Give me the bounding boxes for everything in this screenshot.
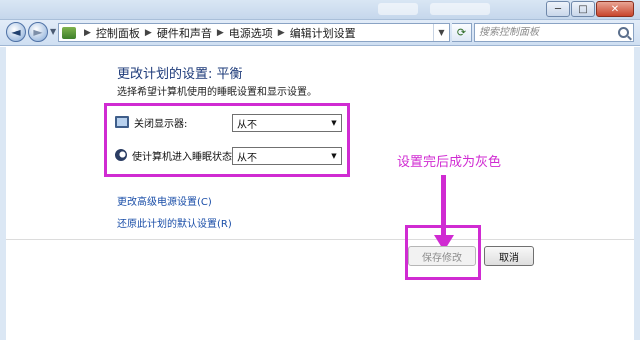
address-dropdown-icon[interactable]: ▼ [433, 24, 449, 41]
address-bar[interactable]: ▶ 控制面板 ▶ 硬件和声音 ▶ 电源选项 ▶ 编辑计划设置 ▼ [58, 23, 450, 42]
breadcrumb-arrow-icon[interactable]: ▶ [84, 28, 91, 38]
search-input[interactable] [479, 25, 609, 40]
minimize-button[interactable]: ─ [546, 1, 570, 17]
moon-icon [115, 149, 127, 161]
display-off-value: 从不 [237, 119, 257, 131]
setting-row-sleep: 使计算机进入睡眠状态: [115, 145, 235, 165]
recent-pages-chevron-icon[interactable]: ▼ [50, 27, 56, 36]
breadcrumb-edit-plan[interactable]: 编辑计划设置 [290, 25, 356, 41]
breadcrumb-power-options[interactable]: 电源选项 [229, 25, 273, 41]
breadcrumb-arrow-icon[interactable]: ▶ [217, 28, 224, 38]
chevron-down-icon[interactable]: ▼ [327, 115, 341, 131]
restore-defaults-link[interactable]: 还原此计划的默认设置(R) [117, 215, 232, 230]
display-off-label: 关闭显示器: [134, 118, 188, 130]
sleep-label: 使计算机进入睡眠状态: [132, 151, 236, 163]
breadcrumb-arrow-icon[interactable]: ▶ [145, 28, 152, 38]
title-bar: ─ □ ✕ [0, 0, 640, 20]
search-box[interactable] [474, 23, 634, 42]
forward-button[interactable]: ► [28, 22, 48, 42]
advanced-power-settings-link[interactable]: 更改高级电源设置(C) [117, 193, 212, 208]
page-subtitle: 选择希望计算机使用的睡眠设置和显示设置。 [117, 87, 317, 98]
window-right-border [634, 47, 640, 340]
breadcrumb-arrow-icon[interactable]: ▶ [278, 28, 285, 38]
page-title: 更改计划的设置: 平衡 [117, 67, 243, 82]
breadcrumb-hardware-sound[interactable]: 硬件和声音 [157, 25, 212, 41]
maximize-button[interactable]: □ [571, 1, 595, 17]
display-off-select[interactable]: 从不 ▼ [232, 114, 342, 132]
annotation-text: 设置完后成为灰色 [397, 155, 502, 170]
breadcrumb-control-panel[interactable]: 控制面板 [96, 25, 140, 41]
title-bar-ghost [378, 3, 418, 15]
setting-row-display: 关闭显示器: [115, 112, 187, 132]
divider [6, 239, 634, 240]
save-changes-button[interactable]: 保存修改 [408, 246, 476, 266]
navigation-bar: ◄ ► ▼ ▶ 控制面板 ▶ 硬件和声音 ▶ 电源选项 ▶ 编辑计划设置 ▼ ⟳ [0, 20, 640, 46]
search-icon[interactable] [618, 27, 629, 38]
back-button[interactable]: ◄ [6, 22, 26, 42]
sleep-value: 从不 [237, 152, 257, 164]
sleep-select[interactable]: 从不 ▼ [232, 147, 342, 165]
chevron-down-icon[interactable]: ▼ [327, 148, 341, 164]
window-left-border [0, 47, 6, 340]
title-bar-ghost [430, 3, 490, 15]
close-button[interactable]: ✕ [596, 1, 634, 17]
cancel-button[interactable]: 取消 [484, 246, 534, 266]
content-area: 更改计划的设置: 平衡 选择希望计算机使用的睡眠设置和显示设置。 关闭显示器: … [0, 47, 640, 340]
control-panel-icon [62, 26, 76, 39]
caption-buttons: ─ □ ✕ [545, 1, 634, 17]
refresh-button[interactable]: ⟳ [452, 23, 472, 42]
monitor-icon [115, 116, 129, 128]
